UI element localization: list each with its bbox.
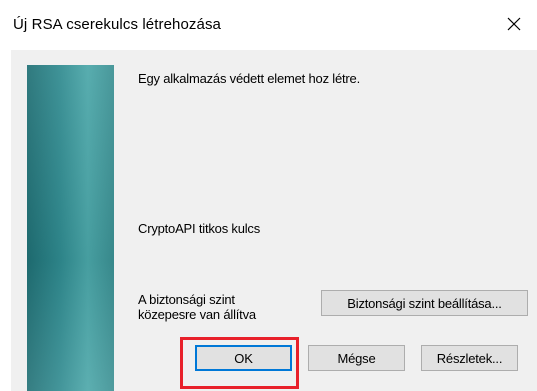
security-level-text: A biztonsági szint közepesre van állítva [138, 292, 308, 322]
dialog-window: Új RSA cserekulcs létrehozása Egy alkalm… [0, 0, 537, 391]
side-banner-image [27, 65, 114, 391]
security-level-line2: közepesre van állítva [138, 307, 256, 322]
key-name-label: CryptoAPI titkos kulcs [138, 221, 261, 236]
cancel-button[interactable]: Mégse [308, 345, 405, 371]
details-button[interactable]: Részletek... [421, 345, 518, 371]
ok-button[interactable]: OK [195, 345, 292, 371]
dialog-client-area: Egy alkalmazás védett elemet hoz létre. … [11, 50, 537, 391]
info-message: Egy alkalmazás védett elemet hoz létre. [138, 71, 360, 86]
window-title: Új RSA cserekulcs létrehozása [13, 16, 221, 33]
close-button[interactable] [491, 8, 537, 40]
title-bar: Új RSA cserekulcs létrehozása [0, 0, 537, 50]
close-icon [507, 17, 521, 31]
security-level-line1: A biztonsági szint [138, 292, 235, 307]
set-security-level-button[interactable]: Biztonsági szint beállítása... [321, 290, 528, 316]
